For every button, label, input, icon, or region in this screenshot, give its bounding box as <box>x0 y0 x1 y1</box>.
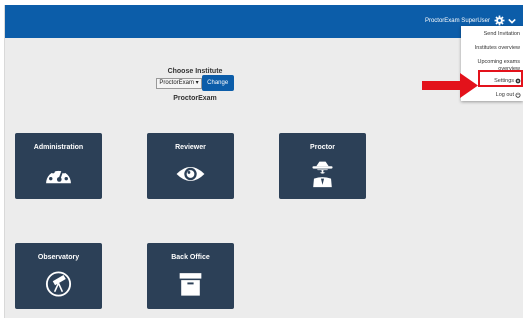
institute-select[interactable]: ProctorExam ▾ <box>156 78 202 89</box>
tile-observatory[interactable]: Observatory <box>15 243 102 309</box>
power-icon <box>515 92 521 98</box>
top-navbar: ProctorExam SuperUser <box>5 5 523 38</box>
archive-box-icon <box>179 273 202 296</box>
chevron-down-icon[interactable] <box>508 17 516 25</box>
tile-label: Proctor <box>310 144 335 151</box>
app-window: ProctorExam SuperUser Choose Institute P… <box>4 5 523 318</box>
tile-label: Back Office <box>171 254 210 261</box>
menu-item-log-out[interactable]: Log out <box>496 92 514 98</box>
eye-icon <box>176 167 205 181</box>
gear-icon[interactable] <box>494 15 505 26</box>
settings-highlight-box <box>478 70 523 87</box>
institute-chooser: Choose Institute ProctorExam ▾ Change Pr… <box>145 68 245 102</box>
tile-back-office[interactable]: Back Office <box>147 243 234 309</box>
menu-item-send-invitation[interactable]: Send Invitation <box>484 31 520 37</box>
choose-institute-heading: Choose Institute <box>167 68 223 75</box>
tile-label: Observatory <box>37 254 80 261</box>
tile-label: Reviewer <box>175 144 206 151</box>
change-button[interactable]: Change <box>201 75 234 91</box>
tile-proctor[interactable]: Proctor <box>279 133 366 199</box>
tile-reviewer[interactable]: Reviewer <box>147 133 234 199</box>
spy-agent-icon <box>312 161 333 188</box>
tile-administration[interactable]: Administration <box>15 133 102 199</box>
current-institute-name: ProctorExam <box>173 95 217 102</box>
user-name[interactable]: ProctorExam SuperUser <box>425 18 490 24</box>
dashboard-gauge-icon <box>46 166 71 184</box>
telescope-icon <box>45 271 72 297</box>
menu-item-institutes-overview[interactable]: Institutes overview <box>475 45 520 51</box>
tile-label: Administration <box>33 144 84 151</box>
red-arrow-icon <box>422 73 478 98</box>
